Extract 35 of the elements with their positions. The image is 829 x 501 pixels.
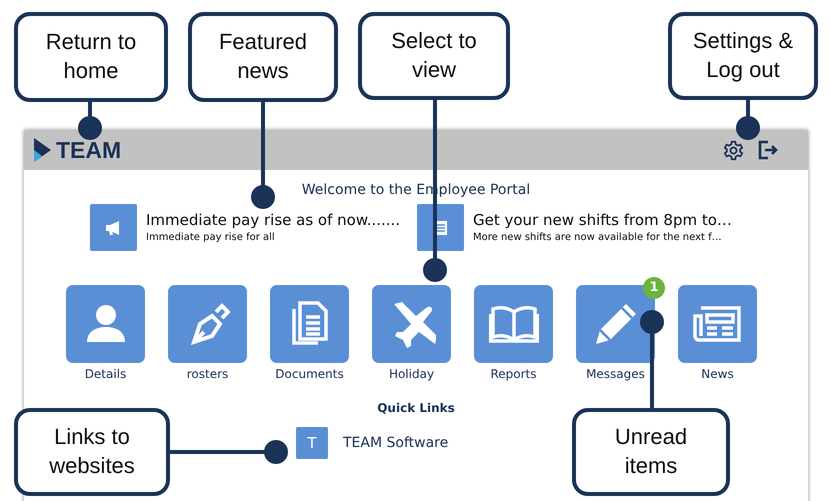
- menu-tile-button[interactable]: [474, 285, 553, 363]
- tile-label[interactable]: Holiday: [388, 367, 434, 381]
- callout-box: Settings & Log out: [668, 12, 818, 100]
- logo-text[interactable]: TEAM: [56, 136, 122, 164]
- newspaper-icon: [692, 304, 742, 344]
- news-thumbnail[interactable]: [90, 204, 137, 251]
- menu-tile-button[interactable]: [168, 285, 247, 363]
- leader-line: [78, 100, 102, 140]
- tile-label[interactable]: News: [701, 367, 734, 381]
- quick-links-heading: Quick Links: [376, 401, 456, 415]
- callout-box: Links to websites: [14, 408, 170, 496]
- menu-tile-button[interactable]: [678, 285, 757, 363]
- tile-label[interactable]: rosters: [186, 367, 228, 381]
- news-title[interactable]: Immediate pay rise as of now.......: [146, 211, 400, 229]
- tile-label[interactable]: Reports: [490, 367, 537, 381]
- menu-tile-button[interactable]: [270, 285, 349, 363]
- menu-tile-button[interactable]: [372, 285, 451, 363]
- news-title[interactable]: Get your new shifts from 8pm to…: [473, 211, 732, 229]
- open-book-icon: [488, 304, 538, 344]
- tile-label[interactable]: Messages: [586, 367, 645, 381]
- log-out-icon[interactable]: [758, 140, 778, 160]
- menu-tile-button[interactable]: [66, 285, 145, 363]
- quick-link[interactable]: TEAM Software: [343, 435, 448, 451]
- callout-box: Select to view: [358, 12, 510, 100]
- callout-box: Return to home: [14, 12, 168, 102]
- news-summary: More new shifts are now available for the next f…: [473, 232, 723, 243]
- tile-label[interactable]: Details: [84, 367, 126, 381]
- callout-box: Featured news: [188, 12, 338, 102]
- settings-icon[interactable]: [723, 140, 744, 160]
- tile-label[interactable]: Documents: [275, 367, 344, 381]
- callout-box: Unread items: [572, 408, 730, 496]
- news-summary: Immediate pay rise for all: [146, 232, 276, 243]
- logo-icon: [32, 138, 52, 162]
- news-thumbnail[interactable]: [417, 204, 464, 251]
- unread-badge: 1: [643, 277, 665, 299]
